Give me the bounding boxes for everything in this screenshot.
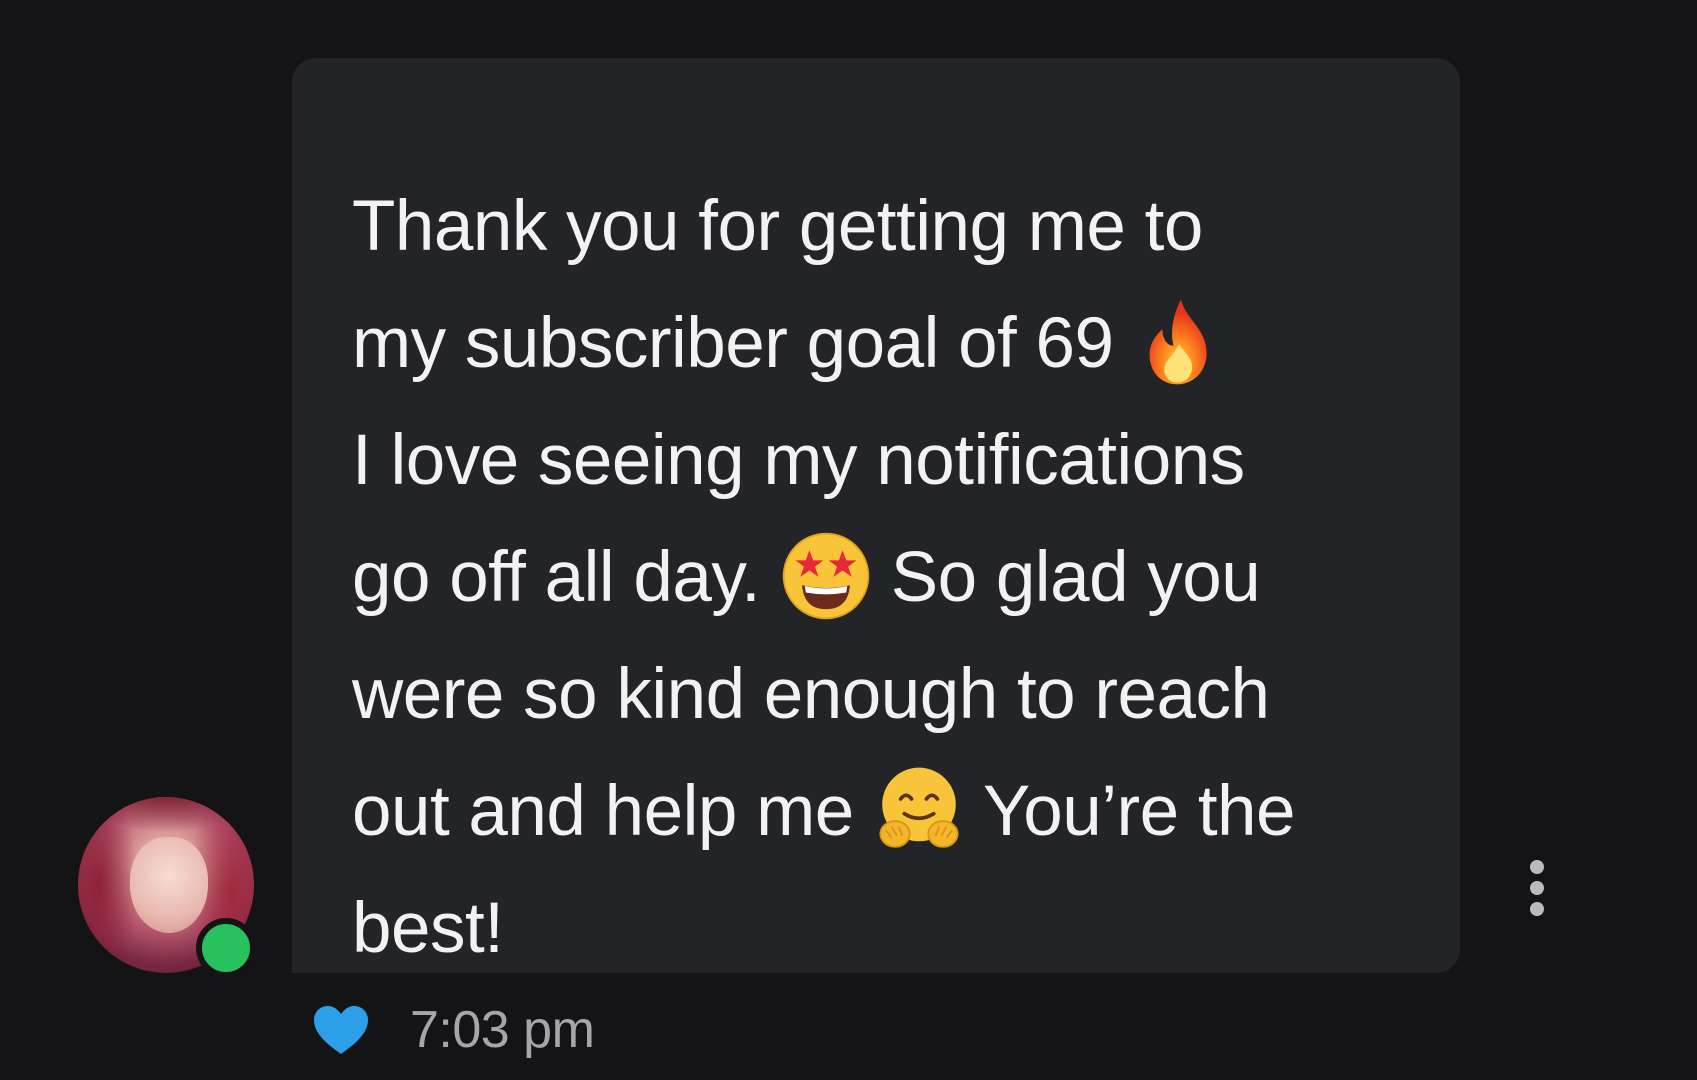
more-dot xyxy=(1530,860,1544,874)
fire-emoji-icon xyxy=(1133,296,1225,388)
chat-screen: Thank you for getting me to my subscribe… xyxy=(0,0,1697,1080)
more-dot xyxy=(1530,902,1544,916)
more-dot xyxy=(1530,881,1544,895)
message-text: Thank you for getting me to my subscribe… xyxy=(352,168,1460,987)
message-line-2-text: my subscriber goal of 69 xyxy=(352,304,1114,383)
message-line-6a-text: out and help me xyxy=(352,772,854,851)
message-line-6b-text: You’re the xyxy=(982,772,1296,851)
message-line-7: best! xyxy=(352,870,1460,987)
message-line-1: Thank you for getting me to xyxy=(352,168,1460,285)
message-timestamp: 7:03 pm xyxy=(410,1001,595,1059)
message-line-1-text: Thank you for getting me to xyxy=(352,187,1203,266)
message-meta: 7:03 pm xyxy=(312,998,595,1062)
message-line-2: my subscriber goal of 69 xyxy=(352,285,1460,402)
message-line-4: go off all day. So glad you xyxy=(352,519,1460,636)
online-status-dot xyxy=(196,918,256,978)
message-line-5-text: were so kind enough to reach xyxy=(352,655,1270,734)
avatar-face xyxy=(130,837,208,933)
message-line-4a-text: go off all day. xyxy=(352,538,761,617)
message-line-6: out and help me You’re the xyxy=(352,753,1460,870)
message-line-3: I love seeing my notifications xyxy=(352,402,1460,519)
message-line-5: were so kind enough to reach xyxy=(352,636,1460,753)
message-bubble[interactable]: Thank you for getting me to my subscribe… xyxy=(292,58,1460,973)
more-options-icon[interactable] xyxy=(1526,860,1548,916)
message-line-3-text: I love seeing my notifications xyxy=(352,421,1245,500)
hugging-face-emoji-icon xyxy=(873,764,965,856)
message-line-7-text: best! xyxy=(352,889,504,968)
message-line-4b-text: So glad you xyxy=(890,538,1261,617)
heart-icon[interactable] xyxy=(312,1004,370,1056)
star-struck-emoji-icon xyxy=(780,530,872,622)
